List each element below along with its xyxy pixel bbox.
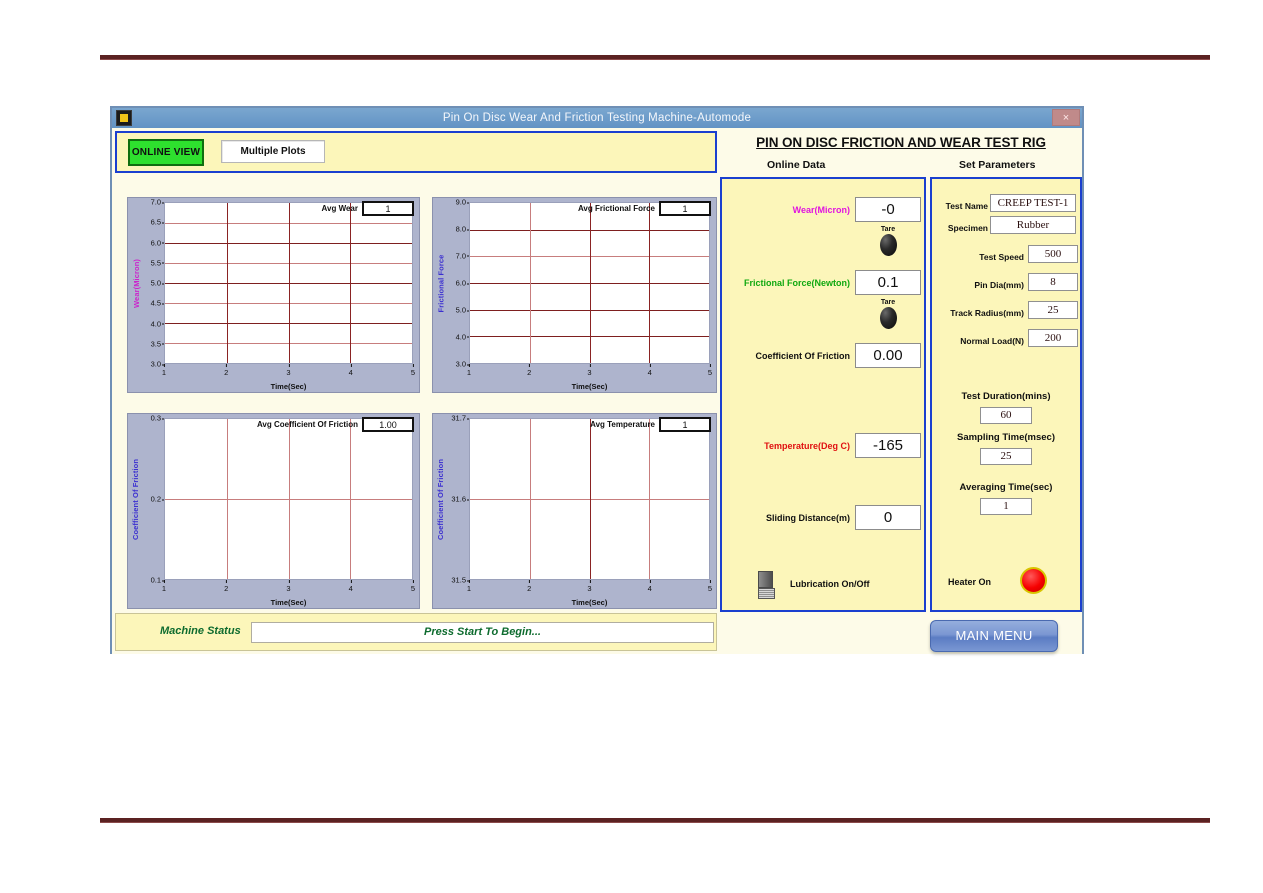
frictional-force-chart[interactable]: Frictional Force 9.0 8.0 7.0 6.0 5.0 4.0… bbox=[432, 197, 717, 393]
test-speed-label: Test Speed bbox=[979, 252, 1024, 262]
frictional-force-tare-label: Tare bbox=[880, 299, 896, 306]
heater-status-led[interactable] bbox=[1020, 567, 1047, 594]
window-titlebar: Pin On Disc Wear And Friction Testing Ma… bbox=[112, 108, 1082, 128]
wear-chart[interactable]: Wear(Micron) 7.0 6.5 6.0 5.5 5.0 4.5 4.0… bbox=[127, 197, 420, 393]
specimen-input[interactable]: Rubber bbox=[990, 216, 1076, 234]
normal-load-input[interactable]: 200 bbox=[1028, 329, 1078, 347]
coefficient-of-friction-label: Coefficient Of Friction bbox=[755, 351, 851, 361]
online-data-panel: Wear(Micron) -0 Tare Frictional Force(Ne… bbox=[720, 177, 926, 612]
charts-area: Wear(Micron) 7.0 6.5 6.0 5.5 5.0 4.5 4.0… bbox=[115, 175, 717, 611]
controls-column: PIN ON DISC FRICTION AND WEAR TEST RIG O… bbox=[719, 131, 1083, 652]
coefficient-of-friction-chart-legend: Avg Coefficient Of Friction 1.00 bbox=[257, 417, 414, 432]
coefficient-of-friction-chart-x-axis-label: Time(Sec) bbox=[270, 598, 307, 607]
wear-value: -0 bbox=[855, 197, 921, 222]
application-body: ONLINE VIEW Multiple Plots Wear(Micron) … bbox=[112, 128, 1082, 654]
temperature-label: Temperature(Deg C) bbox=[764, 441, 850, 451]
close-icon[interactable]: × bbox=[1052, 109, 1080, 126]
temperature-chart-legend-value[interactable]: 1 bbox=[659, 417, 711, 432]
wear-tare-label: Tare bbox=[880, 226, 896, 233]
main-menu-button[interactable]: MAIN MENU bbox=[930, 620, 1058, 652]
coefficient-of-friction-chart-legend-label: Avg Coefficient Of Friction bbox=[256, 420, 358, 429]
lubrication-switch-base-icon bbox=[758, 588, 775, 599]
page-rule-top bbox=[100, 55, 1210, 60]
heater-on-label: Heater On bbox=[948, 577, 992, 587]
specimen-label: Specimen bbox=[947, 223, 988, 233]
frictional-force-tare-control[interactable]: Tare bbox=[873, 299, 903, 329]
test-duration-input[interactable]: 60 bbox=[980, 407, 1032, 424]
pin-dia-label: Pin Dia(mm) bbox=[974, 280, 1024, 290]
frictional-force-chart-x-axis-label: Time(Sec) bbox=[571, 382, 608, 391]
track-radius-label: Track Radius(mm) bbox=[950, 308, 1024, 318]
sliding-distance-label: Sliding Distance(m) bbox=[765, 513, 850, 523]
machine-status-label: Machine Status bbox=[160, 625, 241, 637]
coefficient-of-friction-chart-legend-value[interactable]: 1.00 bbox=[362, 417, 414, 432]
frictional-force-chart-x-ticks: 1 2 3 4 5 bbox=[466, 364, 713, 377]
lubrication-lever-icon bbox=[758, 571, 773, 588]
application-window: Pin On Disc Wear And Friction Testing Ma… bbox=[110, 106, 1084, 654]
wear-tare-knob-icon[interactable] bbox=[879, 234, 897, 256]
online-data-heading: Online Data bbox=[767, 159, 826, 171]
window-title: Pin On Disc Wear And Friction Testing Ma… bbox=[442, 112, 752, 124]
coefficient-of-friction-chart-plot-area[interactable] bbox=[164, 418, 413, 580]
frictional-force-label: Frictional Force(Newton) bbox=[743, 278, 850, 288]
test-name-input[interactable]: CREEP TEST-1 bbox=[990, 194, 1076, 212]
coefficient-of-friction-value: 0.00 bbox=[855, 343, 921, 368]
frictional-force-chart-legend-value[interactable]: 1 bbox=[659, 201, 711, 216]
frictional-force-chart-plot-area[interactable] bbox=[469, 202, 710, 364]
frictional-force-tare-knob-icon[interactable] bbox=[879, 307, 897, 329]
plots-column: ONLINE VIEW Multiple Plots Wear(Micron) … bbox=[115, 131, 717, 651]
frictional-force-chart-legend-label: Avg Frictional Force bbox=[577, 204, 655, 213]
pin-dia-input[interactable]: 8 bbox=[1028, 273, 1078, 291]
temperature-chart-x-axis-label: Time(Sec) bbox=[571, 598, 608, 607]
track-radius-input[interactable]: 25 bbox=[1028, 301, 1078, 319]
frictional-force-value: 0.1 bbox=[855, 270, 921, 295]
page-title: PIN ON DISC FRICTION AND WEAR TEST RIG bbox=[756, 135, 1046, 150]
coefficient-of-friction-chart[interactable]: Coefficient Of Friction 0.3 0.2 0.1 Avg … bbox=[127, 413, 420, 609]
temperature-chart-y-ticks: 31.7 31.6 31.5 bbox=[451, 413, 470, 585]
sampling-time-label: Sampling Time(msec) bbox=[956, 432, 1056, 443]
temperature-value: -165 bbox=[855, 433, 921, 458]
temperature-chart-legend: Avg Temperature 1 bbox=[590, 417, 711, 432]
wear-tare-control[interactable]: Tare bbox=[873, 226, 903, 256]
wear-chart-legend-label: Avg Wear bbox=[321, 204, 358, 213]
set-parameters-panel: Test Name CREEP TEST-1 Specimen Rubber T… bbox=[930, 177, 1082, 612]
wear-chart-x-axis-label: Time(Sec) bbox=[270, 382, 307, 391]
frictional-force-chart-legend: Avg Frictional Force 1 bbox=[578, 201, 711, 216]
wear-label: Wear(Micron) bbox=[792, 205, 850, 215]
temperature-chart[interactable]: Coefficient Of Friction 31.7 31.6 31.5 A… bbox=[432, 413, 717, 609]
wear-chart-plot-area[interactable] bbox=[164, 202, 413, 364]
wear-chart-y-ticks: 7.0 6.5 6.0 5.5 5.0 4.5 4.0 3.5 3.0 bbox=[150, 197, 166, 369]
view-toolbar: ONLINE VIEW Multiple Plots bbox=[115, 131, 717, 173]
wear-chart-x-ticks: 1 2 3 4 5 bbox=[161, 364, 416, 377]
normal-load-label: Normal Load(N) bbox=[960, 336, 1024, 346]
averaging-time-label: Averaging Time(sec) bbox=[959, 482, 1053, 493]
machine-status-bar: Machine Status Press Start To Begin... bbox=[115, 613, 717, 651]
temperature-chart-legend-label: Avg Temperature bbox=[590, 420, 655, 429]
coefficient-of-friction-chart-y-ticks: 0.3 0.2 0.1 bbox=[150, 413, 166, 585]
multiple-plots-selector[interactable]: Multiple Plots bbox=[221, 140, 325, 163]
page-rule-bottom bbox=[100, 818, 1210, 823]
sampling-time-input[interactable]: 25 bbox=[980, 448, 1032, 465]
temperature-chart-x-ticks: 1 2 3 4 5 bbox=[466, 580, 713, 593]
lubrication-toggle-switch[interactable] bbox=[758, 571, 775, 601]
test-speed-input[interactable]: 500 bbox=[1028, 245, 1078, 263]
test-duration-label: Test Duration(mins) bbox=[961, 391, 1051, 402]
test-name-label: Test Name bbox=[945, 201, 988, 211]
online-view-button[interactable]: ONLINE VIEW bbox=[128, 139, 204, 166]
frictional-force-chart-y-ticks: 9.0 8.0 7.0 6.0 5.0 4.0 3.0 bbox=[455, 197, 471, 369]
averaging-time-input[interactable]: 1 bbox=[980, 498, 1032, 515]
set-parameters-heading: Set Parameters bbox=[959, 159, 1036, 171]
temperature-chart-plot-area[interactable] bbox=[469, 418, 710, 580]
wear-chart-legend: Avg Wear 1 bbox=[322, 201, 414, 216]
lubrication-label: Lubrication On/Off bbox=[790, 579, 870, 589]
sliding-distance-value: 0 bbox=[855, 505, 921, 530]
machine-status-value: Press Start To Begin... bbox=[251, 622, 714, 643]
coefficient-of-friction-chart-x-ticks: 1 2 3 4 5 bbox=[161, 580, 416, 593]
wear-chart-legend-value[interactable]: 1 bbox=[362, 201, 414, 216]
